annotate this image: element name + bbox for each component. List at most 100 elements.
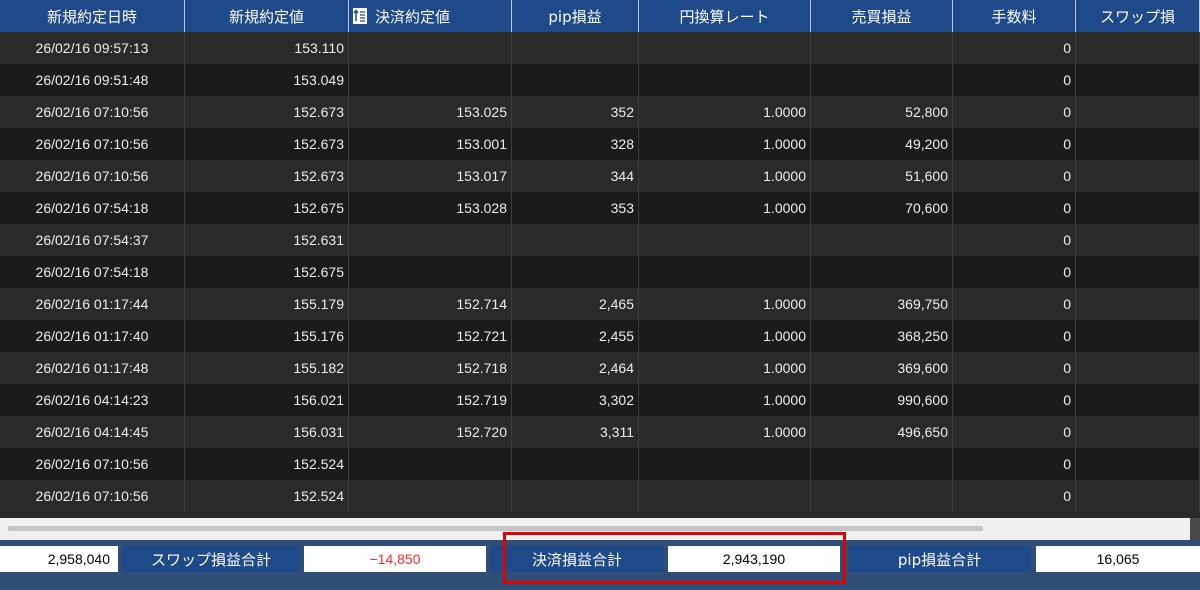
table-body: 26/02/16 09:57:13 153.110 0 26/02/16 09:51:… — [0, 32, 1200, 512]
cell-jpy-rate — [639, 256, 811, 288]
cell-swap — [1076, 32, 1200, 64]
table-row[interactable]: 26/02/16 07:10:56 152.524 0 — [0, 448, 1200, 480]
cell-open-datetime: 26/02/16 04:14:45 — [0, 416, 185, 448]
cell-close-price — [349, 256, 512, 288]
table-row[interactable]: 26/02/16 01:17:48 155.182 152.718 2,464 1.00… — [0, 352, 1200, 384]
cell-close-price: 152.721 — [349, 320, 512, 352]
highlight-box — [503, 532, 846, 584]
cell-pip-pl — [512, 64, 639, 96]
cell-close-price: 152.719 — [349, 384, 512, 416]
cell-fee: 0 — [953, 224, 1076, 256]
cell-close-price: 152.714 — [349, 288, 512, 320]
pip-total-value: 16,065 — [1036, 546, 1200, 572]
cell-open-price: 153.110 — [185, 32, 349, 64]
cell-open-datetime: 26/02/16 07:10:56 — [0, 160, 185, 192]
cell-jpy-rate: 1.0000 — [639, 96, 811, 128]
scrollbar-thumb[interactable] — [8, 526, 983, 531]
table-row[interactable]: 26/02/16 09:57:13 153.110 0 — [0, 32, 1200, 64]
cell-trade-pl: 70,600 — [811, 192, 953, 224]
sort-arrows-icon[interactable] — [353, 8, 367, 24]
cell-fee: 0 — [953, 192, 1076, 224]
cell-swap — [1076, 64, 1200, 96]
cell-fee: 0 — [953, 448, 1076, 480]
col-header-label: 新規約定値 — [228, 7, 304, 26]
col-header-label: 新規約定日時 — [46, 7, 137, 26]
cell-swap — [1076, 128, 1200, 160]
col-header-label: 手数料 — [991, 7, 1037, 26]
cell-open-datetime: 26/02/16 07:54:18 — [0, 256, 185, 288]
cell-open-price: 155.182 — [185, 352, 349, 384]
cell-close-price — [349, 448, 512, 480]
table-row[interactable]: 26/02/16 07:54:18 152.675 153.028 353 1.0000… — [0, 192, 1200, 224]
table-row[interactable]: 26/02/16 04:14:45 156.031 152.720 3,311 1.00… — [0, 416, 1200, 448]
table-row[interactable]: 26/02/16 07:54:18 152.675 0 — [0, 256, 1200, 288]
cell-jpy-rate: 1.0000 — [639, 192, 811, 224]
cell-pip-pl: 353 — [512, 192, 639, 224]
col-header-close-price[interactable]: 決済約定値 — [349, 0, 512, 32]
cell-pip-pl: 2,465 — [512, 288, 639, 320]
cell-swap — [1076, 416, 1200, 448]
col-header-swap[interactable]: スワップ損 — [1076, 0, 1200, 32]
col-header-pip-pl[interactable]: pip損益 — [512, 0, 639, 32]
cell-close-price: 153.028 — [349, 192, 512, 224]
cell-jpy-rate: 1.0000 — [639, 320, 811, 352]
col-header-trade-pl[interactable]: 売買損益 — [811, 0, 953, 32]
cell-open-price: 152.524 — [185, 480, 349, 512]
cell-swap — [1076, 384, 1200, 416]
cell-jpy-rate — [639, 224, 811, 256]
table-header: 新規約定日時 新規約定値 決済約定値 pip損益 円換算レート 売買損益 手数料… — [0, 0, 1200, 32]
table-row[interactable]: 26/02/16 07:54:37 152.631 0 — [0, 224, 1200, 256]
table-row[interactable]: 26/02/16 04:14:23 156.021 152.719 3,302 1.00… — [0, 384, 1200, 416]
cell-open-price: 152.673 — [185, 160, 349, 192]
table-row[interactable]: 26/02/16 01:17:40 155.176 152.721 2,455 1.00… — [0, 320, 1200, 352]
table-row[interactable]: 26/02/16 07:10:56 152.524 0 — [0, 480, 1200, 512]
table-row[interactable]: 26/02/16 07:10:56 152.673 153.001 328 1.0000… — [0, 128, 1200, 160]
cell-close-price: 153.017 — [349, 160, 512, 192]
cell-trade-pl: 496,650 — [811, 416, 953, 448]
cell-open-datetime: 26/02/16 07:54:37 — [0, 224, 185, 256]
col-header-label: スワップ損 — [1099, 7, 1175, 26]
scrollbar-corner — [1190, 518, 1200, 540]
cell-open-datetime: 26/02/16 01:17:48 — [0, 352, 185, 384]
cell-fee: 0 — [953, 160, 1076, 192]
cell-open-datetime: 26/02/16 01:17:44 — [0, 288, 185, 320]
table-row[interactable]: 26/02/16 01:17:44 155.179 152.714 2,465 1.00… — [0, 288, 1200, 320]
cell-open-price: 153.049 — [185, 64, 349, 96]
cell-open-price: 152.673 — [185, 96, 349, 128]
table-row[interactable]: 26/02/16 09:51:48 153.049 0 — [0, 64, 1200, 96]
cell-trade-pl — [811, 480, 953, 512]
table-row[interactable]: 26/02/16 07:10:56 152.673 153.025 352 1.0000… — [0, 96, 1200, 128]
cell-jpy-rate: 1.0000 — [639, 416, 811, 448]
cell-swap — [1076, 448, 1200, 480]
cell-pip-pl: 3,302 — [512, 384, 639, 416]
cell-fee: 0 — [953, 352, 1076, 384]
cell-open-price: 152.675 — [185, 256, 349, 288]
col-header-fee[interactable]: 手数料 — [953, 0, 1076, 32]
col-header-label: 売買損益 — [851, 7, 912, 26]
cell-swap — [1076, 224, 1200, 256]
swap-total-label: スワップ損益合計 — [122, 546, 300, 572]
table-row[interactable]: 26/02/16 07:10:56 152.673 153.017 344 1.0000… — [0, 160, 1200, 192]
col-header-open-price[interactable]: 新規約定値 — [185, 0, 349, 32]
col-header-jpy-rate[interactable]: 円換算レート — [639, 0, 811, 32]
cell-open-datetime: 26/02/16 07:10:56 — [0, 480, 185, 512]
cell-close-price — [349, 32, 512, 64]
cell-open-datetime: 26/02/16 07:10:56 — [0, 128, 185, 160]
cell-trade-pl — [811, 64, 953, 96]
cell-swap — [1076, 256, 1200, 288]
col-header-open-datetime[interactable]: 新規約定日時 — [0, 0, 185, 32]
cell-open-datetime: 26/02/16 07:10:56 — [0, 96, 185, 128]
cell-pip-pl: 352 — [512, 96, 639, 128]
cell-trade-pl: 52,800 — [811, 96, 953, 128]
cell-fee: 0 — [953, 64, 1076, 96]
cell-jpy-rate: 1.0000 — [639, 128, 811, 160]
cell-open-datetime: 26/02/16 09:57:13 — [0, 32, 185, 64]
cell-jpy-rate: 1.0000 — [639, 352, 811, 384]
cell-close-price — [349, 224, 512, 256]
cell-pip-pl: 344 — [512, 160, 639, 192]
cell-trade-pl: 369,600 — [811, 352, 953, 384]
swap-total-value: −14,850 — [304, 546, 486, 572]
cell-open-price: 152.673 — [185, 128, 349, 160]
cell-open-price: 155.179 — [185, 288, 349, 320]
cell-trade-pl — [811, 32, 953, 64]
